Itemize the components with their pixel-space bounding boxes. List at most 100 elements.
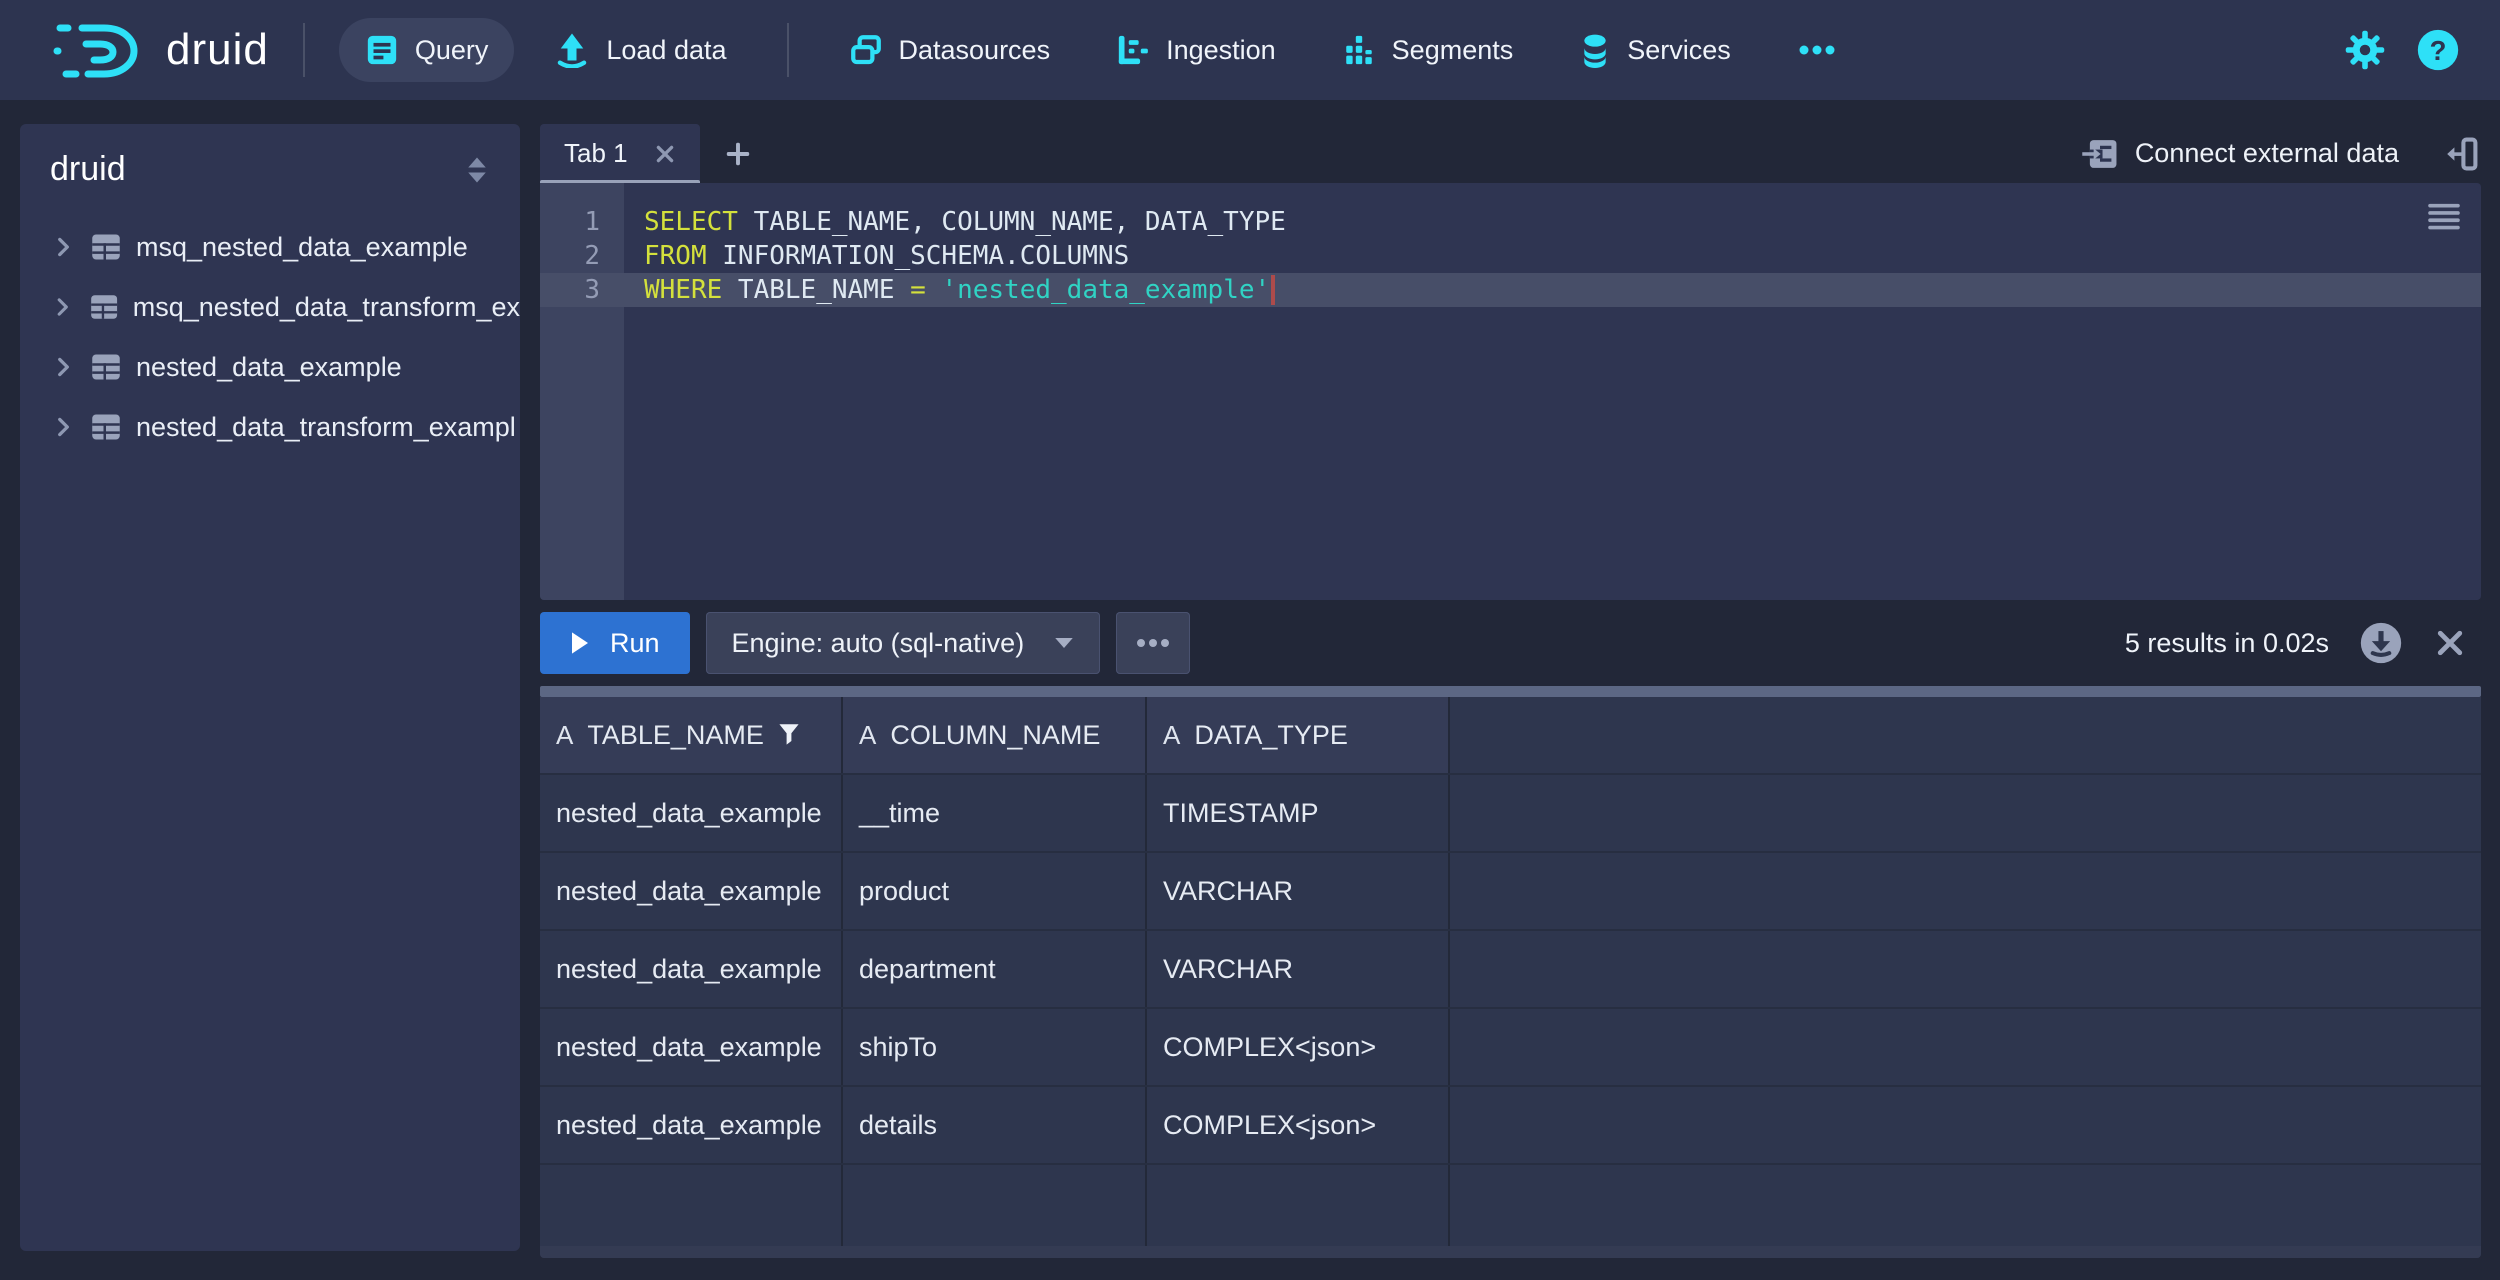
table-cell[interactable]: product [843,853,1147,929]
column-header-label: COLUMN_NAME [890,720,1100,751]
table-cell-empty [1450,1087,2481,1163]
table-row: nested_data_example __time TIMESTAMP [540,773,2481,851]
table-cell-empty [1147,1165,1450,1246]
nav-item-datasources[interactable]: Datasources [823,18,1077,82]
nav-more-button[interactable] [1771,28,1863,72]
connect-external-data-icon [2081,137,2119,171]
engine-select[interactable]: Engine: auto (sql-native) [706,612,1101,674]
results-header-row: A TABLE_NAME A COLUMN_NAME A DATA_TYPE [540,697,2481,773]
column-header-empty [1450,697,2481,773]
svg-text:?: ? [2430,35,2447,66]
table-row: nested_data_example shipTo COMPLEX<json> [540,1007,2481,1085]
brand-name: druid [166,25,269,75]
close-results-icon[interactable] [2435,628,2465,658]
table-cell[interactable]: nested_data_example [540,775,843,851]
table-cell-empty [1450,931,2481,1007]
horizontal-scrollbar[interactable] [540,1246,2481,1258]
settings-gear-icon[interactable] [2344,29,2386,71]
tab-bar: Tab 1 [540,124,2481,183]
druid-logo[interactable]: druid [52,14,269,86]
table-cell[interactable]: VARCHAR [1147,931,1450,1007]
table-cell[interactable]: nested_data_example [540,853,843,929]
tree-item-nested-data-example[interactable]: nested_data_example [20,337,520,397]
nav-item-label: Services [1627,35,1731,66]
line-number: 2 [540,241,624,271]
table-cell[interactable]: VARCHAR [1147,853,1450,929]
table-cell[interactable]: details [843,1087,1147,1163]
table-cell-empty [1450,1165,2481,1246]
services-icon [1579,32,1611,68]
filter-icon [778,723,800,747]
nav-item-services[interactable]: Services [1553,17,1757,83]
nav-item-label: Load data [606,35,726,66]
table-cell[interactable]: __time [843,775,1147,851]
table-cell[interactable]: shipTo [843,1009,1147,1085]
nav-item-ingestion[interactable]: Ingestion [1090,18,1302,82]
code-text: WHERE TABLE_NAME = 'nested_data_example' [624,275,1275,306]
table-cell-empty [540,1165,843,1246]
play-icon [570,631,590,655]
table-cell[interactable]: COMPLEX<json> [1147,1087,1450,1163]
results-status: 5 results in 0.02s [2125,628,2329,659]
code-text: SELECT TABLE_NAME, COLUMN_NAME, DATA_TYP… [624,207,1286,237]
ingestion-icon [1116,33,1150,67]
table-cell[interactable]: nested_data_example [540,1009,843,1085]
nav-item-load-data[interactable]: Load data [528,17,752,83]
load-data-icon [554,32,590,68]
workbench: Tab 1 [540,124,2481,1280]
table-icon [91,413,121,441]
tree-item-nested-data-transform-example[interactable]: nested_data_transform_exampl [20,397,520,457]
top-nav: druid Query Load data [0,0,2500,100]
nav-item-query[interactable]: Query [339,18,515,82]
table-cell[interactable]: TIMESTAMP [1147,775,1450,851]
sort-icon[interactable] [464,155,490,185]
tab-label: Tab 1 [564,138,628,169]
schema-header: druid [20,124,520,205]
new-tab-button[interactable] [710,124,766,183]
table-cell[interactable]: COMPLEX<json> [1147,1009,1450,1085]
code-line-3-active: 3 WHERE TABLE_NAME = 'nested_data_exampl… [540,273,2481,307]
run-button-label: Run [610,628,660,659]
string-type-icon: A [859,720,876,751]
code-text: FROM INFORMATION_SCHEMA.COLUMNS [624,241,1129,271]
table-cell-empty [1450,853,2481,929]
download-icon[interactable] [2359,621,2403,665]
column-header-table-name[interactable]: A TABLE_NAME [540,697,843,773]
line-number: 3 [540,275,624,305]
divider [303,23,305,77]
chevron-right-icon [50,234,76,260]
table-cell[interactable]: department [843,931,1147,1007]
table-row: nested_data_example department VARCHAR [540,929,2481,1007]
sql-editor[interactable]: 1 SELECT TABLE_NAME, COLUMN_NAME, DATA_T… [540,183,2481,600]
editor-menu-icon[interactable] [2427,201,2461,231]
segments-icon [1342,33,1376,67]
column-header-data-type[interactable]: A DATA_TYPE [1147,697,1450,773]
column-header-label: TABLE_NAME [587,720,764,751]
results-table: A TABLE_NAME A COLUMN_NAME A DATA_TYPE [540,697,2481,1258]
table-cell[interactable]: nested_data_example [540,1087,843,1163]
help-icon[interactable]: ? [2416,28,2460,72]
table-row-empty [540,1163,2481,1246]
code-line-1: 1 SELECT TABLE_NAME, COLUMN_NAME, DATA_T… [540,205,2481,239]
tree-item-msq-nested-data-transform-example[interactable]: msq_nested_data_transform_ex [20,277,520,337]
table-cell[interactable]: nested_data_example [540,931,843,1007]
column-header-label: DATA_TYPE [1194,720,1348,751]
tree-item-msq-nested-data-example[interactable]: msq_nested_data_example [20,217,520,277]
close-icon[interactable] [654,143,676,165]
column-header-column-name[interactable]: A COLUMN_NAME [843,697,1147,773]
more-options-button[interactable] [1116,612,1190,674]
table-row: nested_data_example details COMPLEX<json… [540,1085,2481,1163]
divider [787,23,789,77]
table-row: nested_data_example product VARCHAR [540,851,2481,929]
schema-sidebar: druid msq_nested_data_example [20,124,520,1251]
run-button[interactable]: Run [540,612,690,674]
splitter-handle[interactable] [540,686,2481,697]
string-type-icon: A [556,720,573,751]
more-ellipsis-icon [1136,638,1170,648]
tab-1[interactable]: Tab 1 [540,124,700,183]
datasource-tree: msq_nested_data_example msq_nested_data_… [20,205,520,457]
connect-external-data-button[interactable]: Connect external data [2071,124,2409,183]
open-panel-icon[interactable] [2443,124,2479,183]
nav-item-label: Ingestion [1166,35,1276,66]
nav-item-segments[interactable]: Segments [1316,18,1540,82]
